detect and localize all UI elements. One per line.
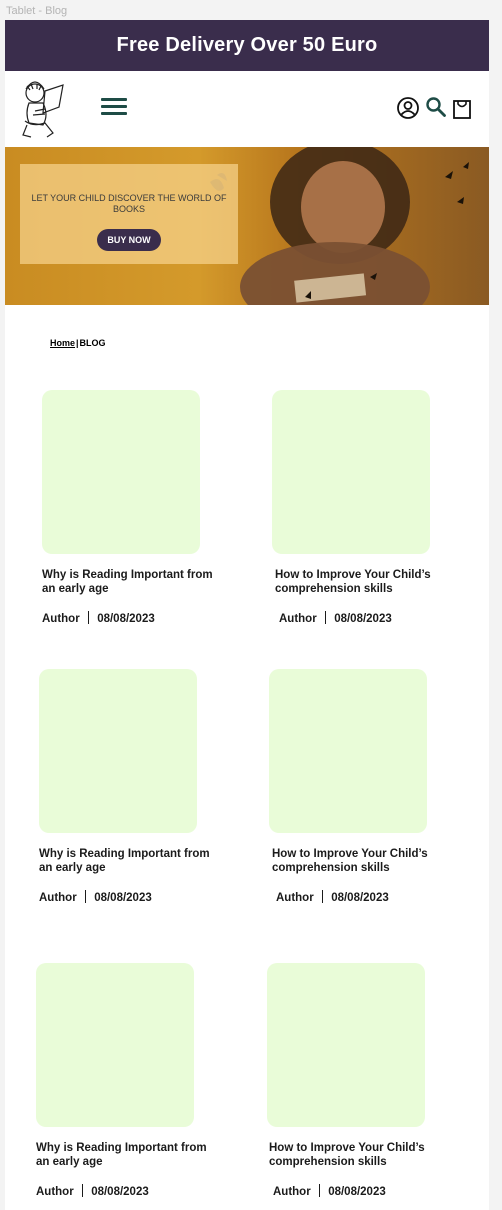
site-header [5, 71, 489, 147]
post-date: 08/08/2023 [91, 1186, 149, 1198]
blog-post-card[interactable]: How to Improve Your Child’s comprehensio… [269, 669, 469, 904]
logo[interactable] [15, 77, 71, 141]
post-author: Author [276, 892, 314, 904]
post-thumbnail[interactable] [39, 669, 197, 833]
post-date: 08/08/2023 [97, 613, 155, 625]
cart-icon[interactable] [452, 96, 472, 120]
menu-icon-line [101, 112, 127, 115]
meta-divider [321, 890, 324, 903]
post-meta: Author 08/08/2023 [42, 611, 242, 625]
post-author: Author [273, 1186, 311, 1198]
menu-icon-line [101, 105, 127, 108]
breadcrumb-separator: | [76, 338, 79, 348]
post-thumbnail[interactable] [272, 390, 430, 554]
hero-banner: LET YOUR CHILD DISCOVER THE WORLD OF BOO… [5, 147, 489, 305]
hero-card: LET YOUR CHILD DISCOVER THE WORLD OF BOO… [20, 164, 238, 264]
breadcrumb: Home|BLOG [50, 338, 106, 348]
meta-divider [81, 1184, 84, 1197]
promo-text: Free Delivery Over 50 Euro [116, 34, 378, 56]
post-thumbnail[interactable] [42, 390, 200, 554]
blog-post-card[interactable]: Why is Reading Important from an early a… [42, 390, 242, 625]
post-date: 08/08/2023 [328, 1186, 386, 1198]
breadcrumb-current: BLOG [79, 338, 106, 348]
post-meta: Author 08/08/2023 [276, 890, 469, 904]
blog-post-card[interactable]: Why is Reading Important from an early a… [39, 669, 239, 904]
blog-post-card[interactable]: How to Improve Your Child’s comprehensio… [267, 963, 467, 1198]
frame-label: Tablet - Blog [6, 5, 68, 17]
post-thumbnail[interactable] [269, 669, 427, 833]
post-title[interactable]: How to Improve Your Child’s comprehensio… [269, 1141, 449, 1169]
meta-divider [324, 611, 327, 624]
promo-banner: Free Delivery Over 50 Euro [5, 20, 489, 71]
post-meta: Author 08/08/2023 [273, 1184, 467, 1198]
menu-button[interactable] [101, 96, 129, 118]
hero-headline: LET YOUR CHILD DISCOVER THE WORLD OF BOO… [31, 193, 227, 214]
post-title[interactable]: Why is Reading Important from an early a… [39, 847, 219, 875]
meta-divider [318, 1184, 321, 1197]
blog-post-card[interactable]: How to Improve Your Child’s comprehensio… [272, 390, 472, 625]
post-date: 08/08/2023 [331, 892, 389, 904]
page-frame: Free Delivery Over 50 Euro LET YOUR CHIL… [5, 20, 489, 1210]
post-meta: Author 08/08/2023 [39, 890, 239, 904]
post-title[interactable]: How to Improve Your Child’s comprehensio… [275, 568, 455, 596]
post-date: 08/08/2023 [94, 892, 152, 904]
menu-icon-line [101, 98, 127, 101]
post-thumbnail[interactable] [36, 963, 194, 1127]
post-meta: Author 08/08/2023 [36, 1184, 236, 1198]
breadcrumb-home-link[interactable]: Home [50, 338, 75, 348]
post-meta: Author 08/08/2023 [279, 611, 472, 625]
meta-divider [84, 890, 87, 903]
search-icon[interactable] [425, 96, 447, 118]
post-author: Author [279, 613, 317, 625]
account-icon[interactable] [396, 96, 420, 120]
post-title[interactable]: Why is Reading Important from an early a… [42, 568, 222, 596]
post-title[interactable]: How to Improve Your Child’s comprehensio… [272, 847, 452, 875]
post-author: Author [36, 1186, 74, 1198]
post-title[interactable]: Why is Reading Important from an early a… [36, 1141, 216, 1169]
post-thumbnail[interactable] [267, 963, 425, 1127]
meta-divider [87, 611, 90, 624]
post-author: Author [42, 613, 80, 625]
buy-now-button[interactable]: BUY NOW [97, 229, 161, 251]
blog-post-card[interactable]: Why is Reading Important from an early a… [36, 963, 236, 1198]
post-author: Author [39, 892, 77, 904]
post-date: 08/08/2023 [334, 613, 392, 625]
